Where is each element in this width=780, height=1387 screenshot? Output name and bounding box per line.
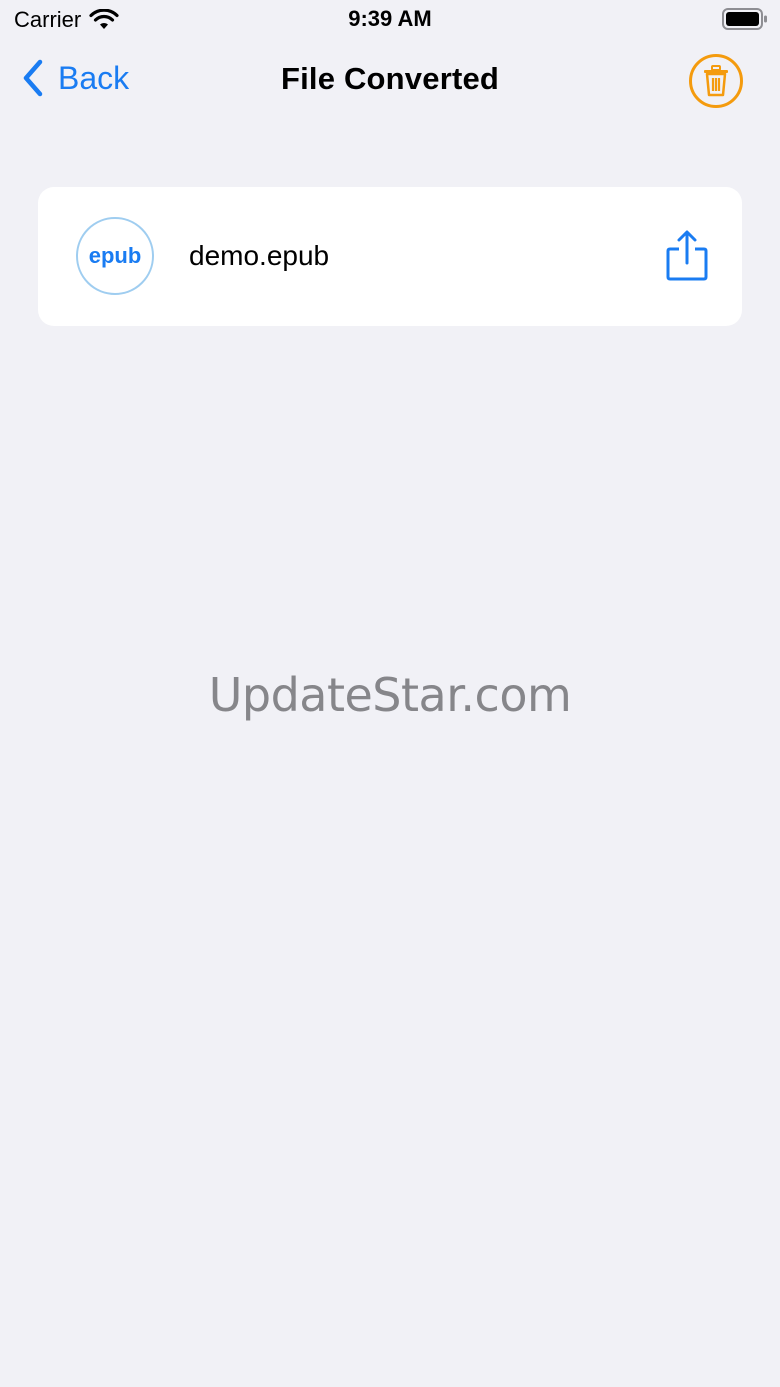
file-type-badge: epub <box>76 217 154 295</box>
file-name: demo.epub <box>189 240 330 271</box>
trash-icon <box>704 65 728 97</box>
screen: Carrier 9:39 AM Back File Converted epub… <box>0 0 780 1387</box>
status-bar: Carrier 9:39 AM <box>0 0 780 40</box>
delete-button[interactable] <box>689 54 743 108</box>
watermark-text: UpdateStar.com <box>208 668 572 722</box>
page-title: File Converted <box>280 61 500 96</box>
battery-icon <box>722 8 767 30</box>
file-row[interactable]: epub demo.epub <box>38 187 742 326</box>
share-icon[interactable] <box>662 229 712 285</box>
file-type-label: epub <box>88 243 142 268</box>
status-time: 9:39 AM <box>348 6 432 31</box>
navigation-bar: Back File Converted <box>0 40 780 120</box>
